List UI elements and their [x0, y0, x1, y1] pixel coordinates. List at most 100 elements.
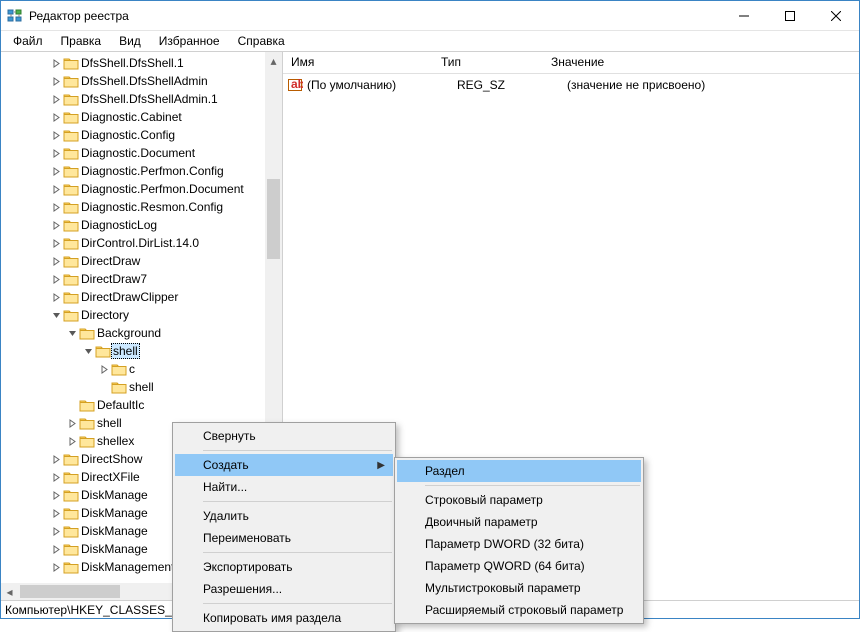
tree-item[interactable]: DirectDraw7 [1, 270, 265, 288]
tree-item[interactable]: Diagnostic.Config [1, 126, 265, 144]
list-body[interactable]: ab (По умолчанию) REG_SZ (значение не пр… [283, 74, 859, 94]
ctx-collapse[interactable]: Свернуть [175, 425, 393, 447]
tree-item-label: DiskManage [79, 542, 150, 556]
ctx-create[interactable]: Создать ▶ [175, 454, 393, 476]
tree-item[interactable]: Diagnostic.Document [1, 144, 265, 162]
ctx-new-dword[interactable]: Параметр DWORD (32 бита) [397, 533, 641, 555]
tree-item[interactable]: DfsShell.DfsShell.1 [1, 54, 265, 72]
tree-item[interactable]: Diagnostic.Perfmon.Config [1, 162, 265, 180]
expand-icon[interactable] [49, 74, 63, 88]
expand-icon[interactable] [65, 398, 79, 412]
expand-icon[interactable] [97, 362, 111, 376]
menu-help[interactable]: Справка [230, 33, 293, 49]
ctx-new-expandstring[interactable]: Расширяемый строковый параметр [397, 599, 641, 621]
tree-item[interactable]: DirectDraw [1, 252, 265, 270]
expand-icon[interactable] [49, 488, 63, 502]
minimize-button[interactable] [721, 1, 767, 31]
column-value[interactable]: Значение [543, 52, 859, 73]
tree-item[interactable]: c [1, 360, 265, 378]
tree-item[interactable]: DiagnosticLog [1, 216, 265, 234]
expand-icon[interactable] [65, 416, 79, 430]
expand-icon[interactable] [49, 452, 63, 466]
scroll-up-icon[interactable]: ▴ [265, 52, 282, 69]
expand-icon[interactable] [49, 182, 63, 196]
expand-icon[interactable] [49, 164, 63, 178]
expand-icon[interactable] [49, 560, 63, 574]
tree-item-label: shell [95, 416, 124, 430]
collapse-icon[interactable] [81, 344, 95, 358]
scroll-left-icon[interactable]: ◂ [1, 583, 18, 600]
ctx-new-binary[interactable]: Двоичный параметр [397, 511, 641, 533]
scroll-thumb-h[interactable] [20, 585, 120, 598]
ctx-new-key[interactable]: Раздел [397, 460, 641, 482]
tree-item[interactable]: DfsShell.DfsShellAdmin [1, 72, 265, 90]
menu-view[interactable]: Вид [111, 33, 149, 49]
expand-icon[interactable] [49, 542, 63, 556]
scroll-thumb[interactable] [267, 179, 280, 259]
tree-item[interactable]: DirectDrawClipper [1, 288, 265, 306]
expand-icon[interactable] [49, 128, 63, 142]
expand-icon[interactable] [49, 470, 63, 484]
expand-icon[interactable] [49, 236, 63, 250]
tree-item-label: Diagnostic.Resmon.Config [79, 200, 225, 214]
expand-icon[interactable] [49, 110, 63, 124]
expand-icon[interactable] [97, 380, 111, 394]
ctx-permissions[interactable]: Разрешения... [175, 578, 393, 600]
tree-item[interactable]: shell [1, 342, 265, 360]
ctx-copy-key-name[interactable]: Копировать имя раздела [175, 607, 393, 629]
expand-icon[interactable] [49, 290, 63, 304]
ctx-new-string[interactable]: Строковый параметр [397, 489, 641, 511]
tree-item[interactable]: Directory [1, 306, 265, 324]
ctx-new-multistring[interactable]: Мультистроковый параметр [397, 577, 641, 599]
maximize-button[interactable] [767, 1, 813, 31]
tree-item[interactable]: shell [1, 378, 265, 396]
expand-icon[interactable] [49, 254, 63, 268]
string-value-icon: ab [287, 77, 303, 93]
menu-file[interactable]: Файл [5, 33, 51, 49]
folder-icon [63, 56, 79, 70]
folder-icon [63, 254, 79, 268]
column-type[interactable]: Тип [433, 52, 543, 73]
expand-icon[interactable] [49, 200, 63, 214]
tree-item-label: DirectShow [79, 452, 144, 466]
expand-icon[interactable] [49, 218, 63, 232]
expand-icon[interactable] [65, 434, 79, 448]
svg-text:ab: ab [291, 77, 303, 91]
tree-item[interactable]: Diagnostic.Perfmon.Document [1, 180, 265, 198]
expand-icon[interactable] [49, 524, 63, 538]
ctx-delete[interactable]: Удалить [175, 505, 393, 527]
collapse-icon[interactable] [65, 326, 79, 340]
column-name[interactable]: Имя [283, 52, 433, 73]
menu-favorites[interactable]: Избранное [151, 33, 228, 49]
window-title: Редактор реестра [29, 9, 721, 23]
value-data: (значение не присвоено) [559, 78, 859, 92]
menu-edit[interactable]: Правка [53, 33, 110, 49]
expand-icon[interactable] [49, 92, 63, 106]
tree-item-label: shell [111, 343, 140, 359]
collapse-icon[interactable] [49, 308, 63, 322]
expand-icon[interactable] [49, 272, 63, 286]
value-name: (По умолчанию) [307, 78, 449, 92]
tree-item[interactable]: DirControl.DirList.14.0 [1, 234, 265, 252]
folder-icon [63, 92, 79, 106]
ctx-export[interactable]: Экспортировать [175, 556, 393, 578]
ctx-new-qword[interactable]: Параметр QWORD (64 бита) [397, 555, 641, 577]
folder-icon [79, 398, 95, 412]
tree-item[interactable]: Diagnostic.Resmon.Config [1, 198, 265, 216]
tree-item-label: DiskManage [79, 488, 150, 502]
expand-icon[interactable] [49, 56, 63, 70]
tree-item[interactable]: Background [1, 324, 265, 342]
expand-icon[interactable] [49, 506, 63, 520]
ctx-rename[interactable]: Переименовать [175, 527, 393, 549]
folder-icon [63, 236, 79, 250]
expand-icon[interactable] [49, 146, 63, 160]
tree-item[interactable]: DfsShell.DfsShellAdmin.1 [1, 90, 265, 108]
submenu-arrow-icon: ▶ [377, 460, 385, 471]
list-row[interactable]: ab (По умолчанию) REG_SZ (значение не пр… [283, 76, 859, 94]
tree-item-label: Directory [79, 308, 131, 322]
close-button[interactable] [813, 1, 859, 31]
ctx-find[interactable]: Найти... [175, 476, 393, 498]
tree-item[interactable]: Diagnostic.Cabinet [1, 108, 265, 126]
separator [203, 450, 392, 451]
tree-item[interactable]: DefaultIc [1, 396, 265, 414]
